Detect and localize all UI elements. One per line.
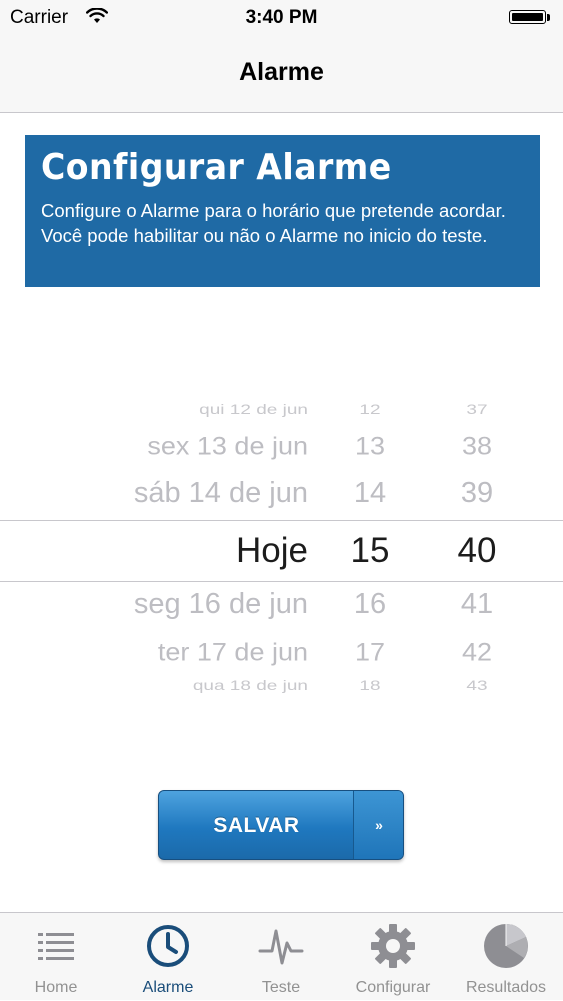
tab-teste[interactable]: Teste [225, 913, 337, 1001]
tab-alarme[interactable]: Alarme [112, 913, 224, 1001]
picker-row[interactable]: qua 18 de jun 18 43 [0, 679, 563, 698]
picker-minute: 39 [460, 477, 494, 509]
save-button[interactable]: SALVAR » [158, 790, 404, 860]
tab-label: Resultados [465, 979, 547, 996]
page-title: Alarme [239, 58, 324, 86]
tab-configurar[interactable]: Configurar [337, 913, 449, 1001]
pie-chart-icon [450, 923, 562, 969]
tab-label: Home [34, 979, 78, 996]
picker-minute: 38 [461, 432, 493, 460]
tab-resultados[interactable]: Resultados [450, 913, 562, 1001]
tab-label: Alarme [142, 979, 194, 996]
picker-date: qui 12 de jun [199, 402, 308, 418]
picker-hour: 16 [353, 588, 387, 620]
navigation-bar: Alarme [0, 36, 563, 113]
heartbeat-icon [225, 923, 337, 969]
picker-row[interactable]: seg 16 de jun 16 41 [0, 588, 563, 624]
picker-minute: 43 [466, 678, 488, 694]
picker-minute: 41 [460, 588, 494, 620]
info-panel: Configurar Alarme Configure o Alarme par… [25, 135, 540, 287]
picker-row[interactable]: sex 13 de jun 13 38 [0, 432, 563, 463]
picker-hour: 13 [354, 432, 386, 460]
picker-selection-line-top [0, 520, 563, 521]
picker-row[interactable]: sáb 14 de jun 14 39 [0, 477, 563, 513]
picker-date: Hoje [236, 531, 308, 570]
status-time: 3:40 PM [245, 7, 318, 28]
picker-hour: 15 [350, 531, 390, 570]
picker-date: qua 18 de jun [192, 678, 308, 694]
picker-hour: 18 [359, 678, 381, 694]
info-title: Configurar Alarme [41, 147, 392, 188]
picker-hour: 14 [353, 477, 387, 509]
gear-icon [337, 923, 449, 969]
clock-icon [112, 923, 224, 969]
picker-row[interactable]: qui 12 de jun 12 37 [0, 403, 563, 422]
tab-bar: Home Alarme Teste Configurar Resultados [0, 912, 563, 1000]
picker-date: ter 17 de jun [157, 638, 308, 666]
list-icon [0, 923, 112, 969]
picker-date: seg 16 de jun [133, 588, 308, 620]
tab-label: Teste [261, 979, 301, 996]
date-time-picker[interactable]: qui 12 de jun 12 37 sex 13 de jun 13 38 … [0, 385, 563, 715]
picker-minute: 37 [466, 402, 488, 418]
picker-date: sáb 14 de jun [133, 477, 308, 509]
double-chevron-right-icon: » [354, 791, 403, 859]
picker-hour: 12 [359, 402, 381, 418]
picker-row[interactable]: ter 17 de jun 17 42 [0, 638, 563, 669]
info-text: Configure o Alarme para o horário que pr… [41, 200, 506, 246]
picker-minute: 40 [457, 531, 497, 570]
tab-home[interactable]: Home [0, 913, 112, 1001]
battery-icon [509, 10, 550, 26]
picker-date: sex 13 de jun [147, 432, 308, 460]
save-button-label: SALVAR [213, 814, 300, 837]
picker-hour: 17 [354, 638, 386, 666]
tab-label: Configurar [355, 979, 431, 996]
picker-selected-row[interactable]: Hoje 15 40 [0, 531, 563, 571]
picker-minute: 42 [461, 638, 493, 666]
picker-selection-line-bottom [0, 581, 563, 582]
status-bar: Carrier 3:40 PM [0, 0, 563, 36]
